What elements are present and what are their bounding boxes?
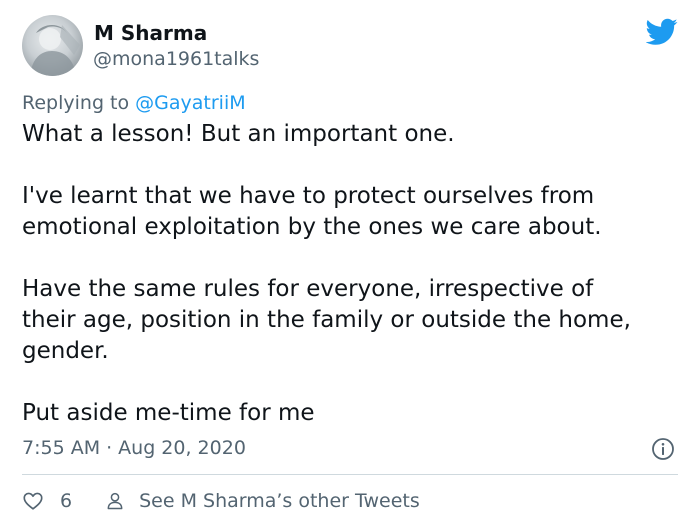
replying-prefix: Replying to [22, 92, 130, 114]
timestamp-separator: · [106, 437, 113, 459]
tweet-card: M Sharma @mona1961talks Replying to @Gay… [0, 0, 700, 528]
see-other-tweets-label: See M Sharma’s other Tweets [139, 490, 420, 512]
info-icon[interactable] [651, 437, 675, 461]
like-button[interactable]: 6 [22, 490, 72, 512]
see-other-tweets-link[interactable]: See M Sharma’s other Tweets [105, 490, 420, 512]
tweet-time: 7:55 AM [22, 437, 101, 459]
tweet-actions: 6 See M Sharma’s other Tweets [22, 486, 420, 516]
avatar-image [30, 25, 80, 76]
person-icon [105, 491, 125, 511]
tweet-line: their age, position in the family or out… [22, 307, 631, 333]
tweet-line: I've learnt that we have to protect ours… [22, 183, 595, 209]
tweet-text: What a lesson! But an important one. I'v… [22, 119, 682, 429]
tweet-line: Have the same rules for everyone, irresp… [22, 276, 594, 302]
avatar[interactable] [22, 15, 83, 76]
author-name[interactable]: M Sharma [94, 21, 207, 45]
tweet-line: What a lesson! But an important one. [22, 121, 455, 147]
like-count: 6 [60, 490, 73, 512]
tweet-line: Put aside me-time for me [22, 400, 315, 426]
heart-icon [22, 490, 44, 512]
divider [22, 474, 678, 475]
tweet-date: Aug 20, 2020 [118, 437, 246, 459]
tweet-timestamp[interactable]: 7:55 AM · Aug 20, 2020 [22, 436, 246, 460]
replying-to: Replying to @GayatriiM [22, 91, 246, 115]
author-handle[interactable]: @mona1961talks [93, 47, 259, 71]
twitter-bird-icon[interactable] [646, 18, 678, 46]
replying-to-mention[interactable]: @GayatriiM [135, 92, 245, 114]
tweet-line: gender. [22, 338, 109, 364]
tweet-line: emotional exploitation by the ones we ca… [22, 214, 602, 240]
